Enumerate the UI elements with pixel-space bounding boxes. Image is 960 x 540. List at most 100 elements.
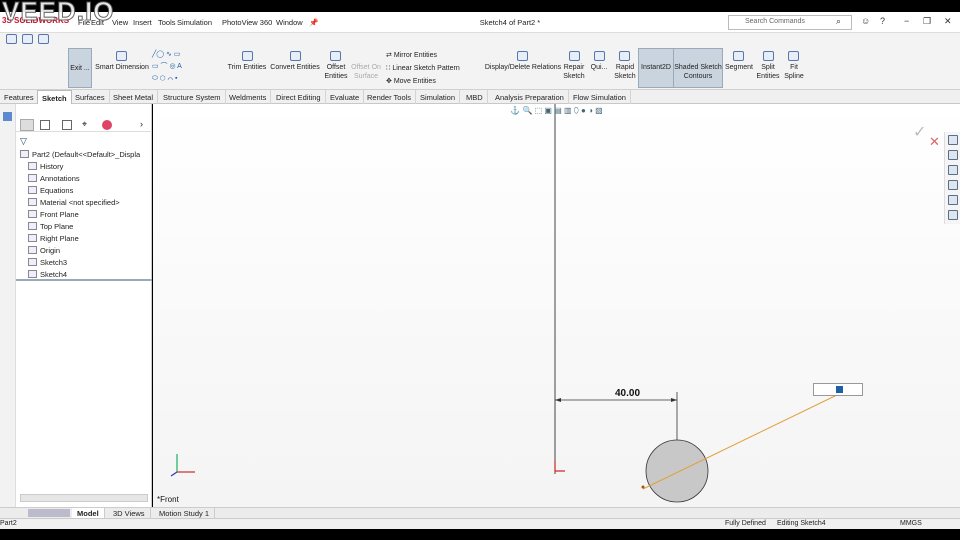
linear-pattern-label: Linear Sketch Pattern [392,65,460,72]
tree-item-front-plane[interactable]: Front Plane [28,210,79,219]
mirror-label: Mirror Entities [393,52,437,59]
tree-item-history[interactable]: History [28,162,63,171]
tab-render-tools[interactable]: Render Tools [363,90,417,104]
restore-button[interactable]: ❐ [923,16,931,27]
tab-weldments[interactable]: Weldments [225,90,272,104]
tab-analysis-preparation[interactable]: Analysis Preparation [491,90,569,104]
dimension-input-box[interactable] [813,383,863,396]
line-tools-icons[interactable]: ╱◯ ∿ ▭ [152,50,222,59]
user-icon[interactable]: ☺ [861,16,870,26]
repair-sketch-button[interactable]: Repair Sketch [562,63,586,81]
tree-item-annotations[interactable]: Annotations [28,174,80,183]
minimize-button[interactable]: − [904,16,909,26]
tree-item-label: Top Plane [40,222,74,231]
feature-manager-icon[interactable] [3,112,12,121]
pin-icon[interactable]: 📌 [309,18,318,27]
resources-icon[interactable] [948,150,958,160]
save-icon[interactable] [38,34,49,44]
window-title: Sketch4 of Part2 * [479,18,541,27]
tab-direct-editing[interactable]: Direct Editing [272,90,326,104]
tree-root-label: Part2 (Default<<Default>_Displa [32,150,141,159]
menu-insert[interactable]: Insert [133,18,152,27]
tree-item-origin[interactable]: Origin [28,246,60,255]
config-tab-icon[interactable] [62,120,72,130]
status-units[interactable]: MMGS [900,520,922,527]
chevron-right-icon[interactable]: › [140,119,143,129]
rect-tools-icons[interactable]: ▭ ⌒ ◎ A [152,62,222,71]
feature-manager-tree: ⌖ › ▽ Part2 (Default<<Default>_Displa Hi… [16,104,152,507]
tab-surfaces[interactable]: Surfaces [71,90,110,104]
mirror-icon: ⇄ [386,52,394,59]
tab-scroll-arrows[interactable] [28,509,70,517]
tab-structure-system[interactable]: Structure System [159,90,226,104]
offset-surface-button[interactable]: Offset On Surface [350,63,382,81]
tree-item-sketch3[interactable]: Sketch3 [28,258,67,267]
search-icon[interactable]: ⌕ [836,16,841,27]
trim-entities-button[interactable]: Trim Entities [226,63,268,72]
tree-scrollbar[interactable] [20,494,148,502]
exit-sketch-button[interactable]: Exit ... [70,64,90,73]
sketch-circle [645,439,709,503]
search-input[interactable]: Search Commands [728,15,852,30]
rapid-sketch-icon [619,51,630,61]
tree-item-top-plane[interactable]: Top Plane [28,222,73,231]
appearances-icon[interactable] [948,195,958,205]
tab-flow-simulation[interactable]: Flow Simulation [569,90,631,104]
move-label: Move Entities [393,78,436,85]
split-entities-button[interactable]: Split Entities [756,63,780,81]
quick-snaps-button[interactable]: Qui... [588,63,610,72]
heads-up-view-toolbar[interactable]: ⚓ 🔍 ⬚ ▣ ▤ ▥ ⬯ ● ◑ ▧ [153,106,960,116]
open-icon[interactable] [22,34,33,44]
shaded-sketch-contours-button[interactable]: Shaded Sketch Contours [674,63,722,81]
display-relations-button[interactable]: Display/Delete Relations [484,63,562,72]
tree-root[interactable]: Part2 (Default<<Default>_Displa [20,150,140,159]
dimxpert-tab-icon[interactable]: ⌖ [82,119,87,130]
dimension-value[interactable]: 40.00 [615,388,640,399]
linear-pattern-button[interactable]: ∷ Linear Sketch Pattern [386,64,476,73]
display-tab-icon[interactable] [102,120,112,130]
property-tab-icon[interactable] [40,120,50,130]
tree-item-label: Right Plane [40,234,79,243]
menu-simulation[interactable]: Simulation [177,18,212,27]
tree-item-sketch4[interactable]: Sketch4 [28,270,67,279]
status-editing: Editing Sketch4 [777,520,826,527]
filter-icon[interactable]: ▽ [20,136,27,147]
convert-entities-button[interactable]: Convert Entities [269,63,321,72]
new-icon[interactable] [6,34,17,44]
tab-features[interactable]: Features [0,90,39,104]
custom-properties-icon[interactable] [948,210,958,220]
close-button[interactable]: ✕ [944,16,952,27]
tab-mbd[interactable]: MBD [462,90,488,104]
tab-simulation[interactable]: Simulation [416,90,461,104]
move-entities-button[interactable]: ✥ Move Entities [386,77,466,86]
menu-tools[interactable]: Tools [158,18,176,27]
tab-sketch[interactable]: Sketch [37,90,72,104]
fit-spline-button[interactable]: Fit Spline [782,63,806,81]
mirror-entities-button[interactable]: ⇄ Mirror Entities [386,51,466,60]
tab-sheet-metal[interactable]: Sheet Metal [109,90,159,104]
tree-item-right-plane[interactable]: Right Plane [28,234,79,243]
help-icon[interactable]: ? [880,16,885,26]
rapid-sketch-button[interactable]: Rapid Sketch [612,63,638,81]
tree-item-material[interactable]: Material <not specified> [28,198,120,207]
menu-photoview[interactable]: PhotoView 360 [222,18,272,27]
tab-evaluate[interactable]: Evaluate [326,90,365,104]
cancel-x-icon[interactable]: ✕ [929,134,940,150]
design-library-icon[interactable] [948,165,958,175]
offset-entities-button[interactable]: Offset Entities [322,63,350,81]
feature-tab-icon[interactable] [20,119,34,131]
instant2d-button[interactable]: Instant2D [639,63,673,72]
home-icon[interactable] [948,135,958,145]
plane-icon [28,210,37,218]
segment-button[interactable]: Segment [724,63,754,72]
graphics-area[interactable]: 40.00 ⚓ 🔍 ⬚ ▣ ▤ ▥ ⬯ ● ◑ ▧ *Front ✓ ✕ [153,104,960,507]
file-explorer-icon[interactable] [948,180,958,190]
tree-item-equations[interactable]: Equations [28,186,73,195]
smart-dimension-button[interactable]: Smart Dimension [94,63,150,72]
menu-window[interactable]: Window [276,18,303,27]
plane-icon [28,234,37,242]
confirm-check-icon[interactable]: ✓ [913,122,926,142]
rollback-bar[interactable] [16,279,152,281]
bottom-letterbox [0,529,960,540]
slot-tools-icons[interactable]: ⬭ ⬡ ⌒ ▪ [152,74,222,83]
